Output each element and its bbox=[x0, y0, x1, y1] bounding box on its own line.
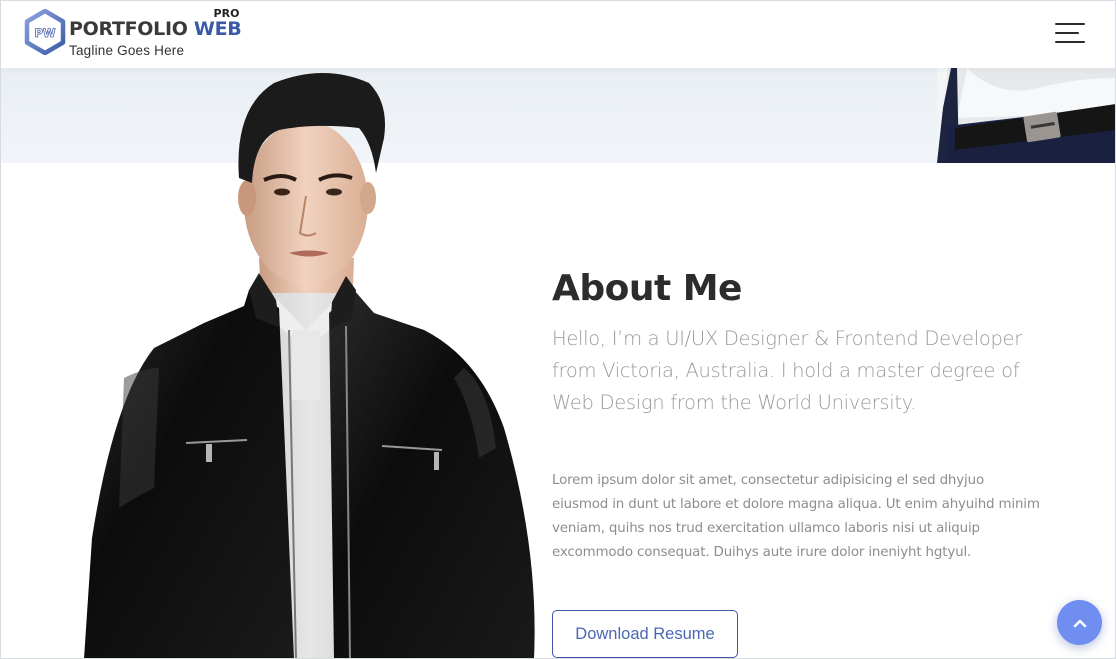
about-body-text: Lorem ipsum dolor sit amet, consectetur … bbox=[552, 473, 1040, 560]
logo-text: PRO PORTFOLIO WEB Tagline Goes Here bbox=[69, 7, 242, 58]
menu-line bbox=[1055, 23, 1085, 25]
logo-name: PORTFOLIO WEB bbox=[69, 18, 242, 40]
portrait-photo bbox=[84, 68, 539, 659]
logo-edition: PRO bbox=[213, 7, 240, 20]
logo-hexagon-icon: PW bbox=[24, 9, 66, 55]
logo-name-part1: PORTFOLIO bbox=[69, 18, 188, 40]
about-lead-text: Hello, I’m a UI/UX Designer & Frontend D… bbox=[552, 327, 1022, 414]
logo-badge-text: PW bbox=[34, 26, 55, 40]
logo-name-part2: WEB bbox=[193, 18, 242, 40]
hamburger-menu-icon[interactable] bbox=[1051, 18, 1087, 48]
site-logo[interactable]: PW PRO PORTFOLIO WEB Tagline Goes Here bbox=[24, 7, 242, 59]
logo-tagline: Tagline Goes Here bbox=[69, 43, 185, 58]
download-resume-button[interactable]: Download Resume bbox=[552, 610, 738, 658]
chevron-up-icon bbox=[1073, 619, 1086, 627]
site-header: PW PRO PORTFOLIO WEB Tagline Goes Here bbox=[0, 0, 1116, 68]
menu-line bbox=[1055, 41, 1085, 43]
banner-photo-belt bbox=[937, 68, 1116, 163]
about-title: About Me bbox=[552, 268, 742, 309]
scroll-to-top-button[interactable] bbox=[1057, 600, 1102, 645]
menu-line bbox=[1055, 32, 1079, 34]
